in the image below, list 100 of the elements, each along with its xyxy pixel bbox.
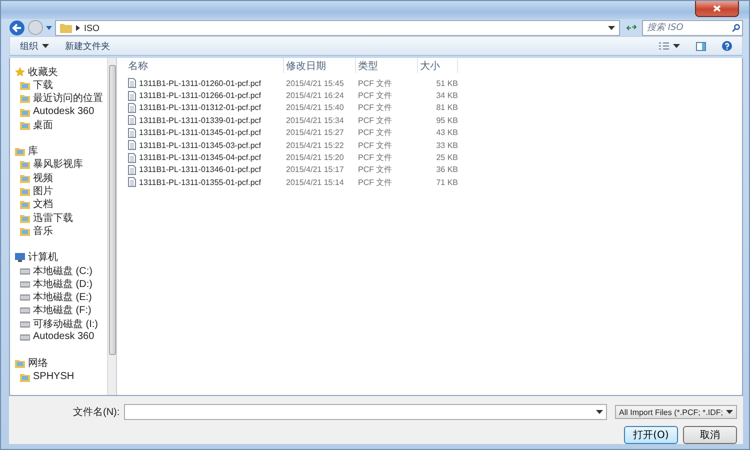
file-row[interactable]: 1311B1-PL-1311-01345-03-pcf.pcf [126,138,262,152]
table-cell-text: PCF 文件 [357,114,394,127]
table-cell-text: 36 KB [435,164,458,176]
file-row[interactable]: 1311B1-PL-1311-01266-01-pcf.pcf [126,89,262,102]
sidebar-item[interactable]: SPHYSH [15,370,107,384]
caret-icon [596,410,603,414]
search-icon [732,24,740,32]
folder-icon [20,120,30,130]
drive-icon [20,332,30,342]
sidebar-item[interactable]: 本地磁盘 (E:) [15,290,107,304]
table-cell-text: 81 KB [435,102,458,114]
file-row[interactable]: 1311B1-PL-1311-01345-04-pcf.pcf [126,151,262,164]
table-cell-text: 95 KB [435,114,458,127]
document-icon [128,152,136,163]
caret-icon [726,410,733,414]
sidebar-item[interactable]: 迅雷下载 [15,210,107,224]
table-cell-text: 43 KB [435,127,458,139]
table-cell-text: 71 KB [435,176,458,189]
sidebar-item[interactable]: 本地磁盘 (C:) [15,264,107,278]
sidebar-item[interactable]: 本地磁盘 (F:) [15,304,107,318]
scrollbar-thumb[interactable] [108,65,116,355]
sidebar-item[interactable]: 音乐 [15,224,107,238]
column-header[interactable]: 类型 [356,58,418,73]
sidebar-item[interactable]: 下载 [15,78,107,92]
file-row[interactable]: 1311B1-PL-1311-01346-01-pcf.pcf [126,164,262,176]
help-icon [722,41,732,51]
file-row[interactable]: 1311B1-PL-1311-01339-01-pcf.pcf [126,114,262,127]
sidebar-item[interactable]: 图片 [15,184,107,198]
table-cell-text: PCF 文件 [357,164,394,176]
folder-icon [20,226,30,236]
caret-icon [608,26,615,30]
sidebar-item[interactable]: 可移动磁盘 (I:) [15,317,107,330]
document-icon [128,177,136,188]
folder-icon [15,146,25,156]
filename-field[interactable] [124,404,607,420]
refresh-icon [626,23,636,32]
folder-icon [20,212,30,223]
scrollbar[interactable] [107,58,116,395]
table-cell-text: 2015/4/21 15:17 [285,164,345,176]
drive-icon [20,266,30,276]
history-dropdown-button[interactable] [46,26,52,30]
back-button[interactable] [9,20,25,36]
sidebar-group[interactable]: 计算机 [15,250,107,264]
file-row[interactable]: 1311B1-PL-1311-01260-01-pcf.pcf [126,77,262,90]
open-button[interactable]: 打开(O) [624,426,678,444]
chevron-right-icon [76,24,80,30]
search-field[interactable]: 搜索 ISO [642,20,743,36]
document-icon [128,90,136,101]
file-row[interactable]: 1311B1-PL-1311-01355-01-pcf.pcf [126,176,262,189]
pane-icon [696,42,706,50]
sidebar-item[interactable]: Autodesk 360 [15,330,107,344]
filename-label: 文件名(N): [73,406,120,419]
sidebar-item[interactable]: 最近访问的位置 [15,92,107,105]
column-header[interactable]: 名称 [126,58,284,73]
table-cell-text: PCF 文件 [357,140,394,152]
file-type-dropdown[interactable]: All Import Files (*.PCF; *.IDF; [614,405,737,419]
drive-icon [20,305,30,316]
close-icon [713,5,721,12]
folder-icon [20,93,30,104]
table-cell-text: 33 KB [435,140,458,152]
document-icon [128,164,136,175]
address-bar[interactable]: ISO [55,20,620,36]
sidebar-item[interactable]: 暴风影视库 [15,158,107,172]
table-cell-text: 2015/4/21 15:14 [285,176,345,189]
address-path: ISO [84,22,101,32]
list-view-icon [659,42,669,50]
drive-icon [20,292,30,302]
column-header[interactable]: 修改日期 [284,58,356,73]
table-cell-text: 2015/4/21 15:34 [285,114,345,127]
folder-icon [20,80,30,90]
folder-icon [20,199,30,210]
folder-icon [60,22,72,32]
close-button[interactable] [695,1,739,17]
table-cell-text: PCF 文件 [357,78,394,90]
table-cell-text: 34 KB [435,90,458,102]
table-cell-text: PCF 文件 [357,102,394,114]
sidebar-item[interactable]: 桌面 [15,118,107,132]
document-icon [128,78,136,88]
sidebar-group[interactable]: 收藏夹 [15,65,107,78]
file-row[interactable]: 1311B1-PL-1311-01345-01-pcf.pcf [126,126,262,139]
sidebar-item[interactable]: Autodesk 360 [15,104,107,118]
table-cell-text: 2015/4/21 15:40 [285,102,345,114]
document-icon [128,102,136,113]
computer-icon [15,252,25,262]
file-row[interactable]: 1311B1-PL-1311-01312-01-pcf.pcf [126,102,262,114]
sidebar-group[interactable]: 网络 [15,356,107,370]
cancel-button[interactable]: 取消 [683,426,737,444]
organize-button[interactable]: 组织 [16,38,53,54]
table-cell-text: 51 KB [435,78,458,90]
sidebar-item[interactable]: 文档 [15,198,107,211]
table-cell-text: PCF 文件 [357,176,394,189]
column-header[interactable]: 大小 [418,58,458,73]
document-icon [128,140,136,150]
document-icon [128,128,136,138]
table-cell-text: 25 KB [435,152,458,164]
sidebar-item[interactable]: 本地磁盘 (D:) [15,277,107,290]
sidebar-item[interactable]: 视频 [15,171,107,184]
table-cell-text: PCF 文件 [357,90,394,102]
new-folder-button[interactable]: 新建文件夹 [61,38,114,54]
sidebar-group[interactable]: 库 [15,144,107,158]
